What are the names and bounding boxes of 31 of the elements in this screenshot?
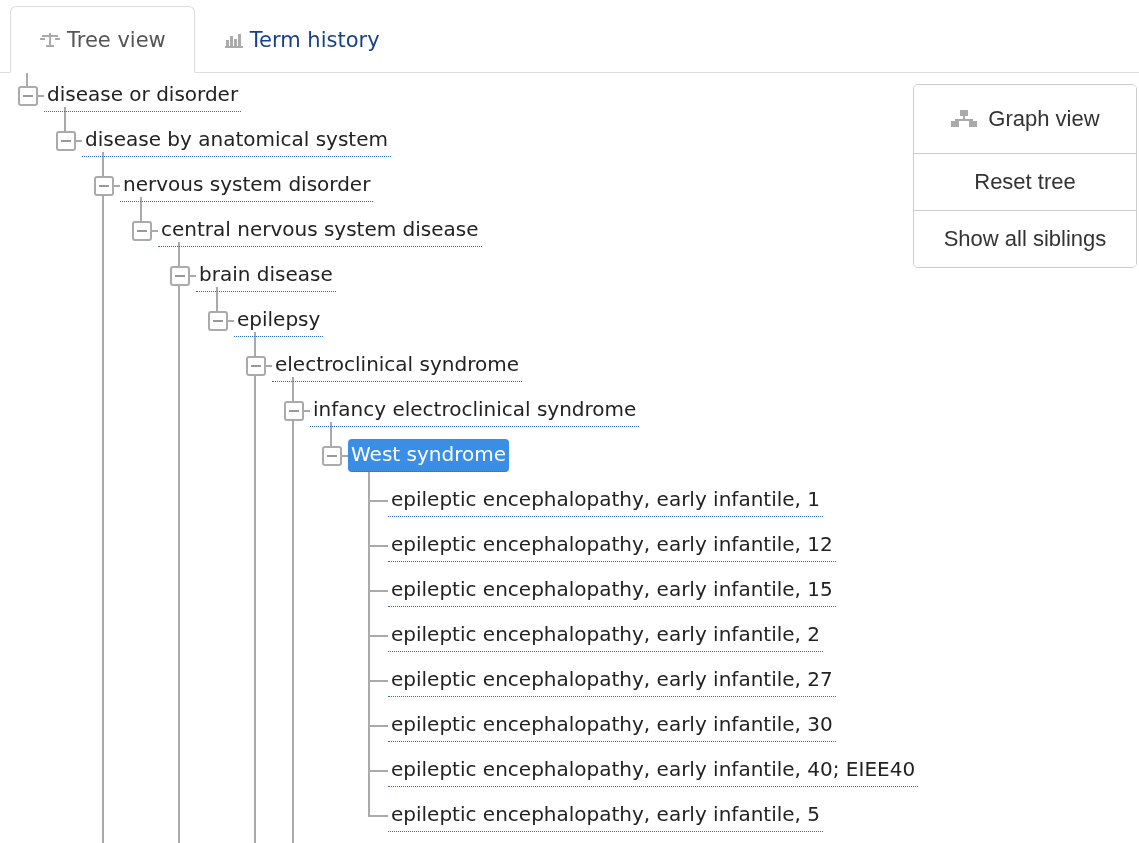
action-button[interactable]: Show all siblings [914,210,1136,267]
collapse-toggle[interactable] [322,445,342,466]
tree-node-link[interactable]: disease by anatomical system [82,124,391,157]
collapse-toggle[interactable] [284,400,304,421]
tree-node-link[interactable]: epileptic encephalopathy, early infantile, 15 [388,574,836,607]
collapse-toggle[interactable] [132,220,152,241]
collapse-toggle[interactable] [170,265,190,286]
tree-node-link[interactable]: epileptic encephalopathy, early infantile, 5 [388,799,824,832]
tree-node-link[interactable]: epilepsy [234,304,324,337]
tree-node-link[interactable]: disease or disorder [44,79,242,112]
tree-node-link[interactable]: epileptic encephalopathy, early infantile, 1 [388,484,824,517]
tree-node-link[interactable]: epileptic encephalopathy, early infantile, 30 [388,709,836,742]
tab[interactable]: Tree view [10,6,195,73]
collapse-toggle[interactable] [208,310,228,331]
tree-icon [39,31,61,48]
tree-node-link[interactable]: epileptic encephalopathy, early infantile, 12 [388,529,836,562]
tree-node-link[interactable]: brain disease [196,259,336,292]
tree-node-link[interactable]: epileptic encephalopathy, early infantile, 40; EIEE40 [388,754,919,787]
hierarchy-icon [950,110,979,128]
bar-chart-icon [223,31,244,48]
tree-node-link[interactable]: nervous system disorder [120,169,374,202]
collapse-toggle[interactable] [18,85,38,106]
tree-node-link[interactable]: central nervous system disease [158,214,482,247]
tree-node-link[interactable]: epileptic encephalopathy, early infantile, 2 [388,619,824,652]
tree-node-link[interactable]: epileptic encephalopathy, early infantile, 27 [388,664,836,697]
tree-node-link[interactable]: electroclinical syndrome [272,349,522,382]
collapse-toggle[interactable] [56,130,76,151]
tab[interactable]: Term history [194,6,409,73]
tree-node-link[interactable]: infancy electroclinical syndrome [310,394,640,427]
collapse-toggle[interactable] [246,355,266,376]
collapse-toggle[interactable] [94,175,114,196]
